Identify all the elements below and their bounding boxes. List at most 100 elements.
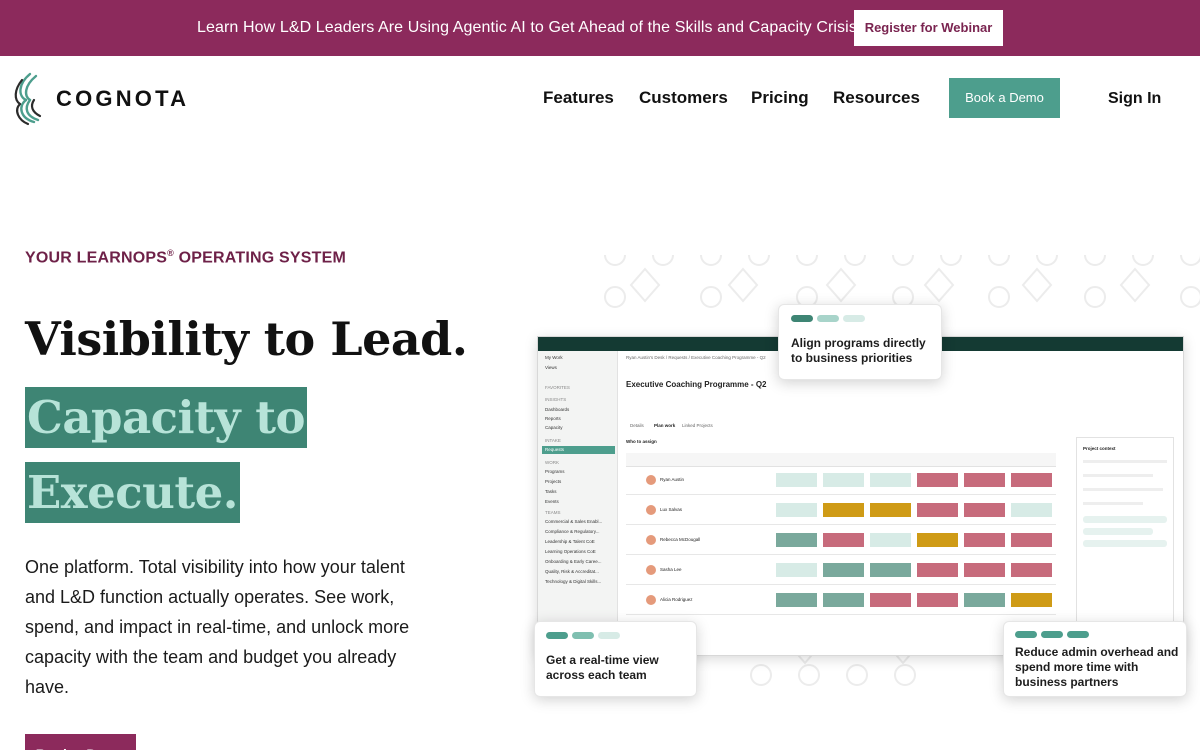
- mock-capacity-cell: [870, 563, 911, 577]
- callout-pill: [1067, 631, 1089, 638]
- nav-resources[interactable]: Resources: [833, 88, 920, 108]
- mock-person-name: Alicia Rodriguez: [660, 597, 693, 602]
- callout-pill: [791, 315, 813, 322]
- callout-text: Reduce admin overhead and spend more tim…: [1015, 645, 1179, 689]
- sidebar-section-work: WORK: [545, 460, 559, 465]
- mock-capacity-cell: [776, 473, 817, 487]
- hero-headline: Visibility to Lead.: [25, 312, 468, 366]
- mock-context-line: [1083, 502, 1143, 505]
- hero-highlight-line-1: Capacity to: [25, 387, 307, 448]
- nav-customers[interactable]: Customers: [639, 88, 728, 108]
- mock-context-line: [1083, 460, 1167, 463]
- callout-pill: [546, 632, 568, 639]
- mock-capacity-cell: [964, 533, 1005, 547]
- mock-capacity-cell: [964, 503, 1005, 517]
- hero-eyebrow: YOUR LEARNOPS® OPERATING SYSTEM: [25, 248, 346, 267]
- mock-capacity-cell: [823, 563, 864, 577]
- mock-capacity-cell: [964, 593, 1005, 607]
- mock-person-name: Sasha Lee: [660, 567, 682, 572]
- sidebar-section-intake: INTAKE: [545, 438, 561, 443]
- mock-person-row: Sasha Lee: [626, 557, 1056, 585]
- sidebar-item-events: Events: [545, 499, 559, 504]
- mock-capacity-cell: [1011, 563, 1052, 577]
- callout-pill: [817, 315, 839, 322]
- mock-capacity-cell: [823, 533, 864, 547]
- cognota-logo-icon[interactable]: [14, 70, 54, 126]
- sidebar-item-my-work: My Work: [545, 355, 563, 360]
- eyebrow-text-rest: OPERATING SYSTEM: [174, 249, 347, 267]
- mock-capacity-cell: [776, 563, 817, 577]
- callout-text: Get a real-time view across each team: [546, 653, 659, 682]
- callout-pill: [1015, 631, 1037, 638]
- sidebar-team-item: Technology & Digital Skills...: [545, 579, 602, 584]
- mock-person-name: Rebecca McDougall: [660, 537, 701, 542]
- mock-capacity-cell: [776, 533, 817, 547]
- hero-paragraph: One platform. Total visibility into how …: [25, 557, 410, 697]
- mock-tab-linked-projects: Linked Projects: [682, 423, 713, 428]
- avatar: [646, 535, 656, 545]
- mock-page-title: Executive Coaching Programme - Q2: [626, 380, 767, 389]
- mock-capacity-cell: [823, 593, 864, 607]
- nav-features[interactable]: Features: [543, 88, 614, 108]
- mock-tab-details: Details: [630, 423, 644, 428]
- mock-capacity-cell: [823, 473, 864, 487]
- mock-context-line: [1083, 488, 1163, 491]
- mock-who-to-assign: Who to assign: [626, 439, 657, 444]
- book-demo-button[interactable]: Book a Demo: [949, 78, 1060, 118]
- callout-pill: [843, 315, 865, 322]
- callout-align-programs: Align programs directly to business prio…: [778, 304, 942, 380]
- sidebar-section-favorites: FAVORITES: [545, 385, 570, 390]
- app-screenshot-mock: My Work Views FAVORITES INSIGHTS Dashboa…: [537, 336, 1184, 656]
- avatar: [646, 505, 656, 515]
- sign-in-link[interactable]: Sign In: [1108, 90, 1161, 108]
- mock-capacity-cell: [870, 503, 911, 517]
- mock-context-line: [1083, 474, 1153, 477]
- mock-person-row: Rebecca McDougall: [626, 527, 1056, 555]
- sidebar-item-tasks: Tasks: [545, 489, 557, 494]
- mock-capacity-cell: [1011, 533, 1052, 547]
- sidebar-item-dashboards: Dashboards: [545, 407, 570, 412]
- mock-capacity-cell: [870, 533, 911, 547]
- callout-real-time-view: Get a real-time view across each team: [534, 621, 697, 697]
- mock-capacity-cell: [917, 533, 958, 547]
- sidebar-team-item: Commercial & Sales Enabl...: [545, 519, 603, 524]
- mock-capacity-cell: [870, 473, 911, 487]
- avatar: [646, 565, 656, 575]
- nav-pricing[interactable]: Pricing: [751, 88, 809, 108]
- mock-person-row: Lux Salvas: [626, 497, 1056, 525]
- mock-capacity-cell: [870, 593, 911, 607]
- mock-person-name: Lux Salvas: [660, 507, 683, 512]
- mock-context-tags: [1083, 516, 1167, 523]
- sidebar-section-insights: INSIGHTS: [545, 397, 567, 402]
- register-webinar-button[interactable]: Register for Webinar: [854, 10, 1003, 46]
- callout-pill: [598, 632, 620, 639]
- mock-capacity-cell: [1011, 503, 1052, 517]
- sidebar-team-item: Onboarding & Early Caree...: [545, 559, 602, 564]
- mock-person-row: Ryan Austin: [626, 467, 1056, 495]
- mock-person-row: Alicia Rodriguez: [626, 587, 1056, 615]
- mock-capacity-cell: [917, 563, 958, 577]
- sidebar-team-item: Learning Operations CoE: [545, 549, 596, 554]
- sidebar-section-teams: TEAMS: [545, 510, 561, 515]
- mock-capacity-cell: [964, 473, 1005, 487]
- mock-capacity-cell: [964, 563, 1005, 577]
- hero-highlight-line-2: Execute.: [25, 462, 240, 523]
- mock-capacity-cell: [917, 593, 958, 607]
- sidebar-item-capacity: Capacity: [545, 425, 563, 430]
- app-sidebar: My Work Views FAVORITES INSIGHTS Dashboa…: [538, 351, 618, 655]
- mock-capacity-cell: [917, 473, 958, 487]
- mock-tab-plan-work: Plan work: [654, 423, 676, 428]
- mock-grid-header: [626, 453, 1056, 467]
- sidebar-item-programs: Programs: [545, 469, 565, 474]
- hero-book-demo-button[interactable]: Book a Demo: [25, 734, 136, 750]
- banner-text: Learn How L&D Leaders Are Using Agentic …: [197, 19, 857, 36]
- callout-pill: [1041, 631, 1063, 638]
- mock-capacity-cell: [823, 503, 864, 517]
- eyebrow-text: YOUR LEARNOPS: [25, 249, 168, 267]
- logo-wordmark[interactable]: COGNOTA: [56, 86, 189, 112]
- mock-capacity-cell: [776, 503, 817, 517]
- registered-mark: ®: [167, 248, 175, 258]
- sidebar-item-views: Views: [545, 365, 557, 370]
- mock-capacity-cell: [917, 503, 958, 517]
- mock-breadcrumb: Ryan Austin's Desk / Requests / Executiv…: [626, 355, 766, 360]
